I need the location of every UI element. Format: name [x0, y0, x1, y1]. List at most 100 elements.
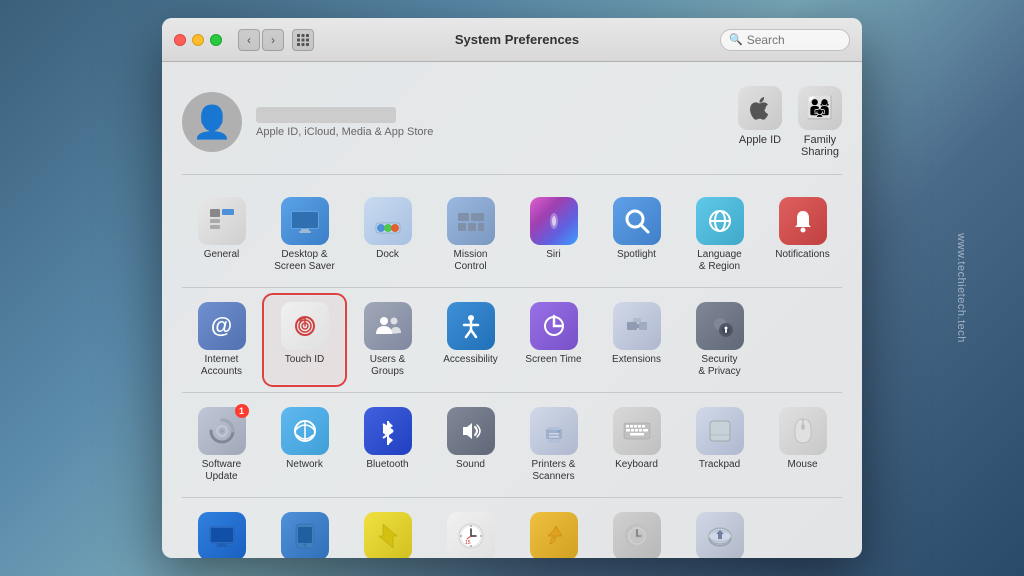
grid-view-button[interactable] [292, 29, 314, 51]
datetime-icon: 15 [447, 512, 495, 558]
pref-energy[interactable]: EnergySaver [348, 506, 427, 558]
touchid-icon [281, 302, 329, 350]
pref-mouse[interactable]: Mouse [763, 401, 842, 489]
printers-icon [530, 407, 578, 455]
internet-icon: @ [198, 302, 246, 350]
titlebar: ‹ › System Preferences 🔍 [162, 18, 862, 62]
prefs-row-3: 1 SoftwareUpdate Network [182, 401, 842, 489]
pref-printers[interactable]: Printers &Scanners [514, 401, 593, 489]
forward-button[interactable]: › [262, 29, 284, 51]
search-icon: 🔍 [729, 33, 743, 46]
desktop-icon [281, 197, 329, 245]
mission-label: MissionControl [454, 249, 488, 273]
security-label: Security& Privacy [698, 354, 740, 378]
pref-keyboard[interactable]: Keyboard [597, 401, 676, 489]
software-badge: 1 [235, 404, 249, 418]
keyboard-icon [613, 407, 661, 455]
energy-icon [364, 512, 412, 558]
desktop-label: Desktop &Screen Saver [274, 249, 335, 273]
maximize-button[interactable] [210, 34, 222, 46]
avatar: 👤 [182, 92, 242, 152]
pref-users[interactable]: Users &Groups [348, 296, 427, 384]
language-icon [696, 197, 744, 245]
sidecar-icon [281, 512, 329, 558]
pref-network[interactable]: Network [265, 401, 344, 489]
extensions-label: Extensions [612, 354, 661, 366]
pref-notifications[interactable]: Notifications [763, 191, 842, 279]
pref-security[interactable]: Security& Privacy [680, 296, 759, 384]
software-icon: 1 [198, 407, 246, 455]
pref-sharing[interactable]: Sharing [514, 506, 593, 558]
pref-extensions[interactable]: Extensions [597, 296, 676, 384]
trackpad-label: Trackpad [699, 459, 740, 471]
internet-label: InternetAccounts [201, 354, 242, 378]
pref-dock[interactable]: Dock [348, 191, 427, 279]
notifications-label: Notifications [775, 249, 829, 261]
bluetooth-label: Bluetooth [366, 459, 408, 471]
pref-internet[interactable]: @ InternetAccounts [182, 296, 261, 384]
general-icon [198, 197, 246, 245]
sound-icon [447, 407, 495, 455]
profile-subtitle: Apple ID, iCloud, Media & App Store [256, 126, 738, 138]
pref-trackpad[interactable]: Trackpad [680, 401, 759, 489]
profile-info: —————————— Apple ID, iCloud, Media & App… [256, 107, 738, 138]
minimize-button[interactable] [192, 34, 204, 46]
prefs-row-4: Displays Sidecar EnergyS [182, 506, 842, 558]
pref-sound[interactable]: Sound [431, 401, 510, 489]
divider-3 [182, 497, 842, 498]
traffic-lights [174, 34, 222, 46]
pref-bluetooth[interactable]: Bluetooth [348, 401, 427, 489]
spotlight-label: Spotlight [617, 249, 656, 261]
pref-startup[interactable]: StartupDisk [680, 506, 759, 558]
bluetooth-icon [364, 407, 412, 455]
pref-sidecar[interactable]: Sidecar [265, 506, 344, 558]
divider-1 [182, 287, 842, 288]
pref-touchid[interactable]: Touch ID [265, 296, 344, 384]
prefs-row-2: @ InternetAccounts Touch ID [182, 296, 842, 384]
pref-desktop[interactable]: Desktop &Screen Saver [265, 191, 344, 279]
back-button[interactable]: ‹ [238, 29, 260, 51]
general-label: General [204, 249, 240, 261]
pref-displays[interactable]: Displays [182, 506, 261, 558]
content-area: 👤 —————————— Apple ID, iCloud, Media & A… [162, 62, 862, 558]
users-label: Users &Groups [370, 354, 406, 378]
pref-siri[interactable]: Siri [514, 191, 593, 279]
pref-screentime[interactable]: Screen Time [514, 296, 593, 384]
family-sharing-label: FamilySharing [801, 134, 839, 158]
apple-id-button[interactable]: Apple ID [738, 86, 782, 158]
search-box[interactable]: 🔍 [720, 29, 850, 51]
security-icon [696, 302, 744, 350]
profile-actions: Apple ID 👨‍👩‍👧 FamilySharing [738, 86, 842, 158]
pref-general[interactable]: General [182, 191, 261, 279]
pref-language[interactable]: Language& Region [680, 191, 759, 279]
divider-2 [182, 392, 842, 393]
close-button[interactable] [174, 34, 186, 46]
pref-software[interactable]: 1 SoftwareUpdate [182, 401, 261, 489]
pref-accessibility[interactable]: Accessibility [431, 296, 510, 384]
pref-spotlight[interactable]: Spotlight [597, 191, 676, 279]
profile-section: 👤 —————————— Apple ID, iCloud, Media & A… [182, 78, 842, 175]
mouse-icon [779, 407, 827, 455]
sound-label: Sound [456, 459, 485, 471]
screentime-label: Screen Time [525, 354, 581, 366]
family-sharing-icon: 👨‍👩‍👧 [798, 86, 842, 130]
users-icon [364, 302, 412, 350]
window-title: System Preferences [322, 32, 712, 47]
pref-datetime[interactable]: 15 Date & Time [431, 506, 510, 558]
system-preferences-window: ‹ › System Preferences 🔍 [162, 18, 862, 558]
dock-icon [364, 197, 412, 245]
nav-buttons: ‹ › [238, 29, 284, 51]
search-input[interactable] [747, 33, 841, 47]
pref-timemachine[interactable]: TimeMachine [597, 506, 676, 558]
displays-icon [198, 512, 246, 558]
timemachine-icon [613, 512, 661, 558]
family-sharing-button[interactable]: 👨‍👩‍👧 FamilySharing [798, 86, 842, 158]
pref-mission[interactable]: MissionControl [431, 191, 510, 279]
notifications-icon [779, 197, 827, 245]
avatar-icon: 👤 [192, 103, 232, 141]
touchid-label: Touch ID [285, 354, 324, 366]
network-label: Network [286, 459, 323, 471]
svg-text:15: 15 [465, 540, 471, 546]
siri-icon [530, 197, 578, 245]
accessibility-icon [447, 302, 495, 350]
